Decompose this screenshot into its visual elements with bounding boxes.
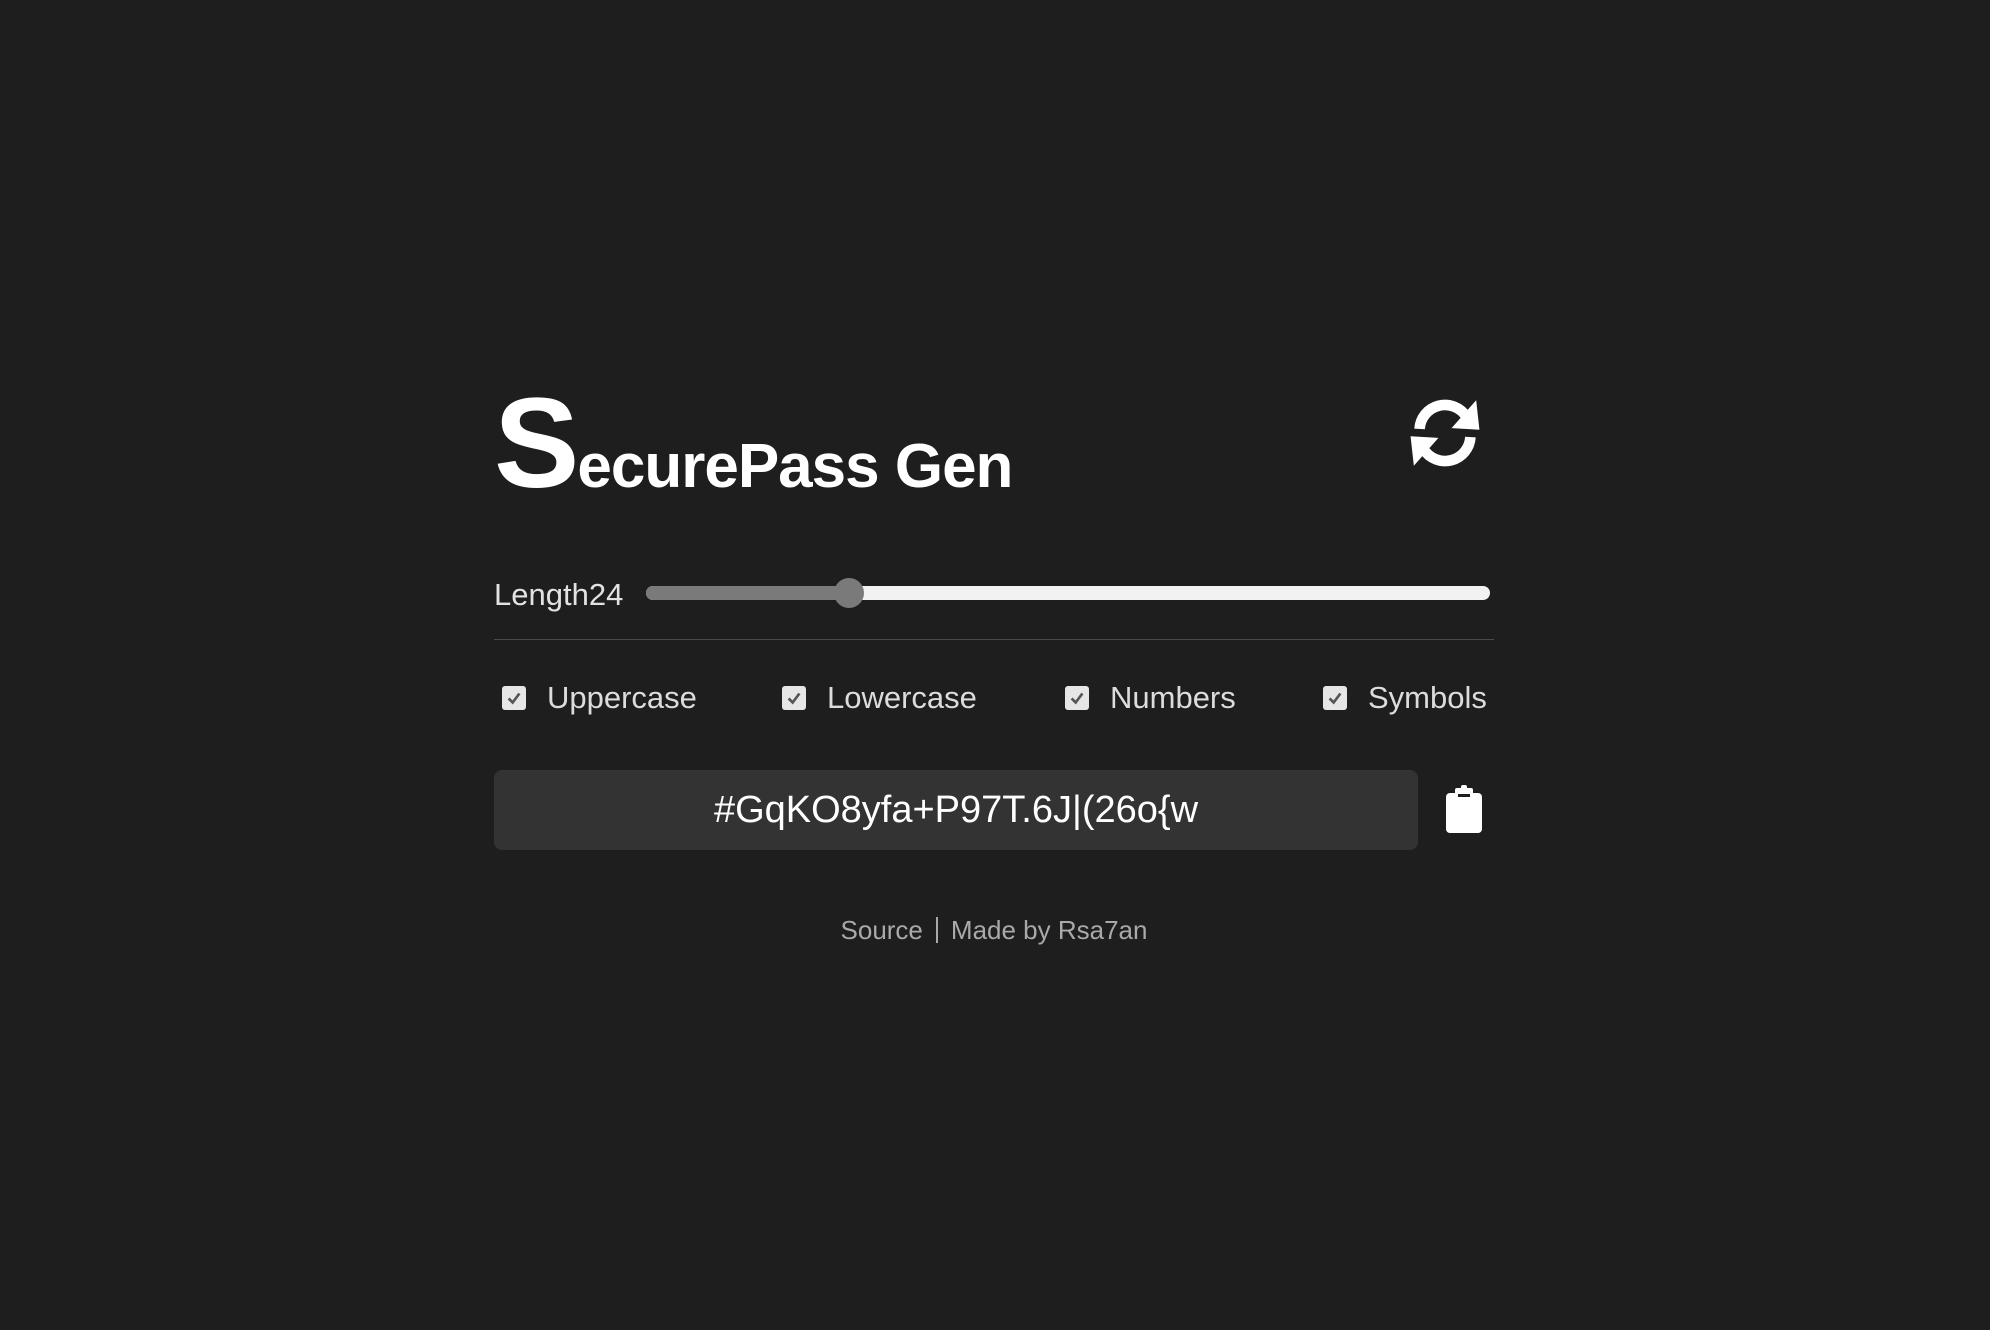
app-title: SecurePass Gen	[494, 380, 1013, 508]
length-slider[interactable]	[646, 578, 1490, 608]
option-numbers[interactable]: Numbers	[1065, 664, 1236, 732]
option-symbols[interactable]: Symbols	[1323, 664, 1487, 732]
symbols-label: Symbols	[1368, 680, 1487, 715]
checkmark-icon	[507, 692, 521, 705]
copy-button[interactable]	[1444, 785, 1484, 835]
character-options: Uppercase Lowercase Numbers Symbols	[494, 664, 1494, 732]
option-uppercase[interactable]: Uppercase	[502, 664, 697, 732]
length-label-text: Length	[494, 577, 589, 612]
source-link[interactable]: Source	[841, 915, 923, 945]
password-generator: SecurePass Gen Length24 Uppercase Lowerc…	[494, 380, 1494, 950]
length-slider-fill	[646, 586, 849, 600]
numbers-label: Numbers	[1110, 680, 1236, 715]
numbers-checkbox[interactable]	[1065, 686, 1089, 710]
checkmark-icon	[1070, 692, 1084, 705]
credit-text: Made by Rsa7an	[950, 915, 1148, 945]
length-label: Length24	[494, 577, 623, 613]
length-slider-thumb[interactable]	[833, 578, 864, 608]
footer-divider	[935, 917, 938, 943]
checkmark-icon	[1328, 692, 1342, 705]
uppercase-label: Uppercase	[547, 680, 697, 715]
password-output[interactable]: #GqKO8yfa+P97T.6J|(26o{w	[494, 770, 1418, 850]
title-rest: ecurePass Gen	[577, 432, 1013, 501]
checkmark-icon	[787, 692, 801, 705]
regenerate-button[interactable]	[1404, 392, 1486, 474]
option-lowercase[interactable]: Lowercase	[782, 664, 977, 732]
footer: Source Made by Rsa7an	[494, 910, 1494, 950]
symbols-checkbox[interactable]	[1323, 686, 1347, 710]
title-first-letter: S	[494, 372, 579, 515]
clipboard-icon	[1446, 785, 1482, 833]
refresh-icon	[1410, 399, 1480, 467]
length-row: Length24	[494, 573, 1494, 640]
lowercase-label: Lowercase	[827, 680, 977, 715]
lowercase-checkbox[interactable]	[782, 686, 806, 710]
output-row: #GqKO8yfa+P97T.6J|(26o{w	[494, 770, 1494, 850]
uppercase-checkbox[interactable]	[502, 686, 526, 710]
header: SecurePass Gen	[494, 380, 1494, 508]
length-value: 24	[588, 577, 624, 612]
